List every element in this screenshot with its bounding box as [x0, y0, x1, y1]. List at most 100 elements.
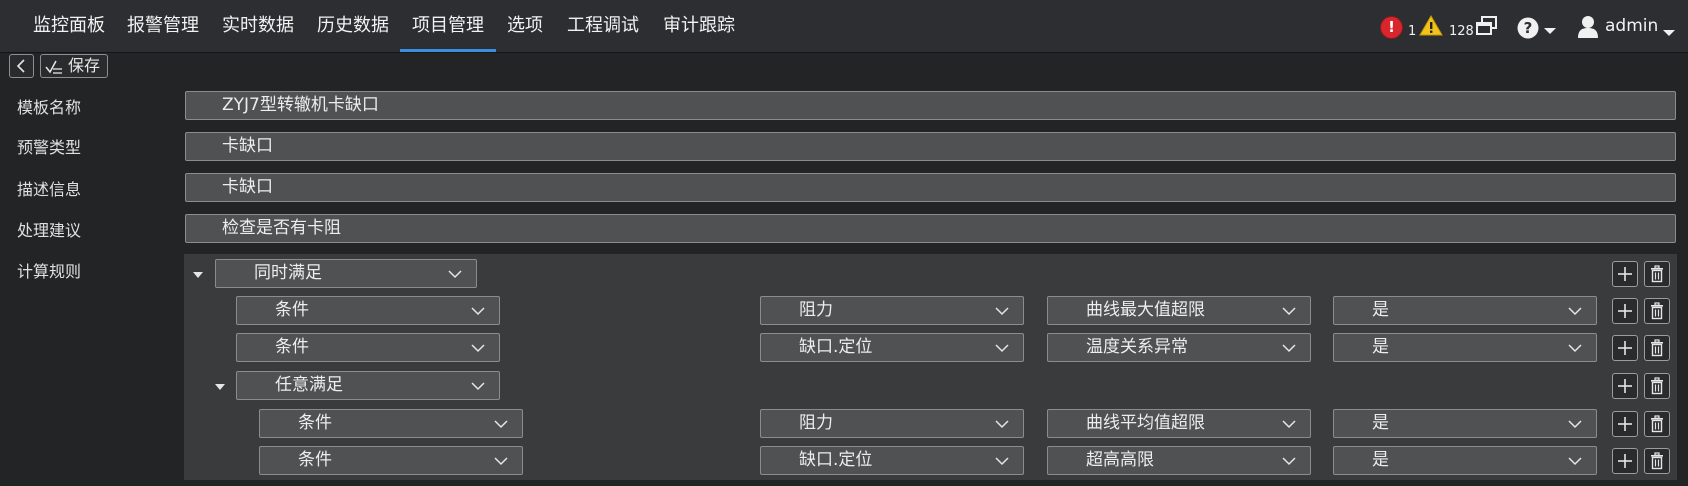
chevron-down-icon — [494, 420, 508, 429]
add-rule-button[interactable] — [1612, 335, 1638, 361]
condition-type-value: 条件 — [298, 413, 332, 433]
back-button[interactable] — [9, 54, 34, 78]
chevron-down-icon — [471, 307, 485, 316]
result-value: 是 — [1372, 300, 1389, 320]
chevron-down-icon — [1282, 457, 1296, 466]
condition-type-select[interactable]: 条件 — [259, 409, 523, 438]
plus-icon — [1618, 379, 1632, 393]
chevron-down-icon — [471, 382, 485, 391]
add-rule-button[interactable] — [1612, 373, 1638, 399]
help-dropdown-caret[interactable] — [1544, 28, 1556, 34]
result-select[interactable]: 是 — [1333, 409, 1597, 438]
user-dropdown-caret[interactable] — [1663, 30, 1675, 36]
signal-select[interactable]: 缺口.定位 — [760, 446, 1024, 475]
nav-realtime-data[interactable]: 实时数据 — [222, 0, 294, 52]
signal-value: 缺口.定位 — [799, 450, 873, 470]
chevron-down-icon — [995, 344, 1009, 353]
top-nav-bar: 监控面板 报警管理 实时数据 历史数据 项目管理 选项 工程调试 审计跟踪 ! … — [0, 0, 1688, 53]
user-name[interactable]: admin — [1605, 14, 1658, 38]
nav-engineering-debug[interactable]: 工程调试 — [567, 0, 639, 52]
trash-icon — [1651, 339, 1663, 357]
condition-type-select[interactable]: 条件 — [259, 446, 523, 475]
check-value: 曲线平均值超限 — [1086, 413, 1205, 433]
result-select[interactable]: 是 — [1333, 446, 1597, 475]
signal-value: 阻力 — [799, 413, 833, 433]
delete-rule-button[interactable] — [1644, 411, 1670, 437]
warning-icon[interactable] — [1419, 15, 1443, 41]
nav-audit-trail[interactable]: 审计跟踪 — [663, 0, 735, 52]
chevron-down-icon — [1568, 457, 1582, 466]
chevron-down-icon — [1568, 307, 1582, 316]
nav-monitor-dashboard[interactable]: 监控面板 — [33, 0, 105, 52]
trash-icon — [1651, 452, 1663, 470]
signal-value: 阻力 — [799, 300, 833, 320]
signal-select[interactable]: 阻力 — [760, 296, 1024, 325]
check-value: 温度关系异常 — [1086, 337, 1188, 357]
chevron-down-icon — [448, 270, 462, 279]
plus-icon — [1618, 304, 1632, 318]
root-group-select[interactable]: 同时满足 — [215, 259, 477, 288]
check-value: 超高高限 — [1086, 450, 1154, 470]
description-input[interactable]: 卡缺口 — [185, 173, 1676, 202]
chevron-down-icon — [995, 457, 1009, 466]
check-select[interactable]: 温度关系异常 — [1047, 333, 1311, 362]
result-select[interactable]: 是 — [1333, 296, 1597, 325]
svg-text:?: ? — [1524, 19, 1533, 37]
add-rule-button[interactable] — [1612, 298, 1638, 324]
condition-type-value: 条件 — [298, 450, 332, 470]
signal-value: 缺口.定位 — [799, 337, 873, 357]
description-label: 描述信息 — [17, 180, 82, 199]
nav-project-management[interactable]: 项目管理 — [400, 0, 496, 52]
trash-icon — [1651, 377, 1663, 395]
check-select[interactable]: 曲线最大值超限 — [1047, 296, 1311, 325]
help-icon[interactable]: ? — [1517, 17, 1539, 44]
expand-triangle-icon[interactable] — [193, 272, 203, 278]
delete-rule-button[interactable] — [1644, 448, 1670, 474]
sub-group-select[interactable]: 任意满足 — [236, 371, 500, 400]
template-name-input[interactable]: ZYJ7型转辙机卡缺口 — [185, 91, 1676, 120]
nav-alarm-management[interactable]: 报警管理 — [127, 0, 199, 52]
check-value: 曲线最大值超限 — [1086, 300, 1205, 320]
chevron-down-icon — [995, 420, 1009, 429]
nav-options[interactable]: 选项 — [507, 0, 543, 52]
save-button[interactable]: 保存 — [40, 54, 108, 78]
warning-type-input[interactable]: 卡缺口 — [185, 132, 1676, 161]
warning-type-label: 预警类型 — [17, 138, 82, 157]
trash-icon — [1651, 415, 1663, 433]
chevron-down-icon — [995, 307, 1009, 316]
delete-rule-button[interactable] — [1644, 298, 1670, 324]
chevron-down-icon — [1282, 307, 1296, 316]
trash-icon — [1651, 302, 1663, 320]
alarm-icon[interactable]: ! — [1381, 17, 1402, 38]
check-select[interactable]: 曲线平均值超限 — [1047, 409, 1311, 438]
signal-select[interactable]: 缺口.定位 — [760, 333, 1024, 362]
chevron-down-icon — [471, 344, 485, 353]
result-value: 是 — [1372, 337, 1389, 357]
expand-triangle-icon[interactable] — [215, 384, 225, 390]
signal-select[interactable]: 阻力 — [760, 409, 1024, 438]
plus-icon — [1618, 417, 1632, 431]
result-value: 是 — [1372, 413, 1389, 433]
add-rule-button[interactable] — [1612, 448, 1638, 474]
windows-icon[interactable] — [1476, 16, 1498, 41]
condition-type-select[interactable]: 条件 — [236, 296, 500, 325]
add-rule-button[interactable] — [1612, 411, 1638, 437]
suggestion-input[interactable]: 检查是否有卡阻 — [185, 214, 1676, 243]
chevron-down-icon — [494, 457, 508, 466]
delete-rule-button[interactable] — [1644, 373, 1670, 399]
delete-rule-button[interactable] — [1644, 261, 1670, 287]
warning-count: 128 — [1449, 24, 1474, 39]
delete-rule-button[interactable] — [1644, 335, 1670, 361]
result-select[interactable]: 是 — [1333, 333, 1597, 362]
condition-type-value: 条件 — [275, 337, 309, 357]
add-rule-button[interactable] — [1612, 261, 1638, 287]
check-select[interactable]: 超高高限 — [1047, 446, 1311, 475]
condition-type-select[interactable]: 条件 — [236, 333, 500, 362]
alarm-count: 1 — [1408, 24, 1417, 39]
suggestion-label: 处理建议 — [17, 221, 82, 240]
nav-history-data[interactable]: 历史数据 — [317, 0, 389, 52]
user-icon[interactable] — [1578, 15, 1598, 44]
plus-icon — [1618, 267, 1632, 281]
back-icon — [16, 59, 25, 73]
chevron-down-icon — [1568, 344, 1582, 353]
